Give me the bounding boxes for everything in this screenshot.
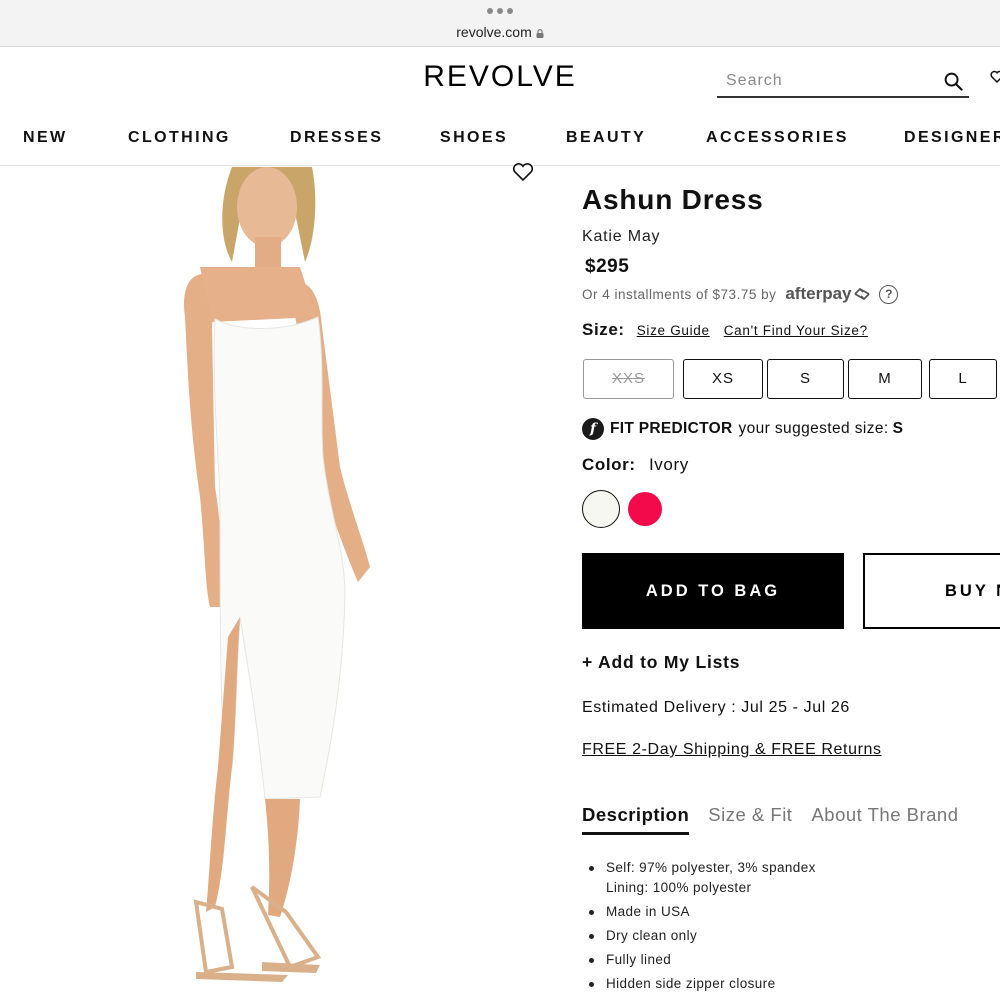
- model-illustration: [184, 167, 370, 982]
- description-line: Made in USA: [606, 903, 690, 919]
- suggested-size-value: S: [892, 420, 903, 437]
- installments-text: Or 4 installments of $73.75 by: [582, 286, 777, 302]
- favorite-heart-icon[interactable]: [512, 162, 534, 182]
- size-label: Size:: [582, 320, 625, 339]
- color-row: Color: Ivory: [582, 455, 689, 475]
- size-option-xxs[interactable]: XXS: [583, 359, 674, 399]
- afterpay-arrows-icon: [854, 288, 871, 300]
- nav-item-designer[interactable]: DESIGNER: [904, 129, 1000, 147]
- product-price: $295: [585, 256, 630, 277]
- size-option-s[interactable]: S: [767, 359, 844, 399]
- color-swatch-pink[interactable]: [628, 492, 662, 526]
- description-line: Fully lined: [606, 951, 672, 967]
- tab-size-fit[interactable]: Size & Fit: [708, 804, 792, 835]
- list-item: Fully lined: [588, 950, 816, 970]
- fit-predictor-label: FIT PREDICTOR: [610, 420, 733, 437]
- product-brand[interactable]: Katie May: [582, 228, 660, 246]
- product-image[interactable]: [0, 167, 560, 1000]
- installments-info: Or 4 installments of $73.75 by afterpay …: [582, 284, 899, 304]
- description-list: Self: 97% polyester, 3% spandex Lining: 1…: [588, 858, 816, 998]
- search-input[interactable]: [717, 66, 917, 96]
- description-line: Lining: 100% polyester: [606, 879, 752, 895]
- list-item: Self: 97% polyester, 3% spandex Lining: 1…: [588, 858, 816, 897]
- color-swatch-ivory[interactable]: [582, 490, 620, 528]
- product-title: Ashun Dress: [582, 184, 764, 215]
- size-row: Size: Size Guide Can't Find Your Size?: [582, 320, 882, 340]
- list-item: Made in USA: [588, 902, 816, 922]
- browser-url-bar[interactable]: revolve.com: [0, 0, 1000, 47]
- search-icon[interactable]: [944, 72, 963, 91]
- nav-item-shoes[interactable]: SHOES: [440, 129, 508, 147]
- search-bar[interactable]: [717, 66, 969, 98]
- nav-item-clothing[interactable]: CLOTHING: [128, 129, 231, 147]
- description-line: Hidden side zipper closure: [606, 975, 776, 991]
- url-label: revolve.com: [456, 24, 532, 40]
- description-line: Self: 97% polyester, 3% spandex: [606, 860, 816, 875]
- tab-about-brand[interactable]: About The Brand: [811, 804, 958, 835]
- color-label: Color:: [582, 455, 636, 474]
- url-text[interactable]: revolve.com: [0, 24, 1000, 40]
- add-to-bag-button[interactable]: ADD TO BAG: [582, 553, 844, 629]
- suggested-size-text: your suggested size:: [738, 420, 889, 437]
- lock-icon: [536, 29, 544, 38]
- size-option-m[interactable]: M: [848, 359, 922, 399]
- tab-handle[interactable]: [487, 8, 513, 16]
- help-icon[interactable]: ?: [879, 284, 899, 304]
- size-option-xs[interactable]: XS: [683, 359, 763, 399]
- add-to-lists-button[interactable]: + Add to My Lists: [582, 652, 740, 673]
- afterpay-logo[interactable]: afterpay: [785, 284, 851, 304]
- shipping-returns-link[interactable]: FREE 2-Day Shipping & FREE Returns: [582, 741, 882, 759]
- tab-description[interactable]: Description: [582, 804, 690, 835]
- size-option-l[interactable]: L: [929, 359, 997, 399]
- description-line: Dry clean only: [606, 927, 698, 943]
- estimated-delivery: Estimated Delivery : Jul 25 - Jul 26: [582, 699, 850, 716]
- fit-predictor-icon: f: [582, 418, 604, 440]
- fit-predictor[interactable]: f FIT PREDICTOR your suggested size: S: [582, 418, 903, 440]
- cant-find-size-link[interactable]: Can't Find Your Size?: [724, 323, 868, 338]
- nav-item-beauty[interactable]: BEAUTY: [566, 129, 646, 147]
- buy-now-button[interactable]: BUY N: [863, 553, 1000, 629]
- wishlist-heart-icon[interactable]: [990, 70, 1000, 84]
- nav-item-dresses[interactable]: DRESSES: [290, 129, 383, 147]
- list-item: Hidden side zipper closure: [588, 974, 816, 994]
- color-value: Ivory: [648, 455, 689, 474]
- list-item: Dry clean only: [588, 926, 816, 946]
- nav-item-accessories[interactable]: ACCESSORIES: [706, 129, 849, 147]
- product-tabs: Description Size & Fit About The Brand: [582, 804, 978, 835]
- nav-item-new[interactable]: NEW: [23, 129, 68, 147]
- main-nav: NEW CLOTHING DRESSES SHOES BEAUTY ACCESS…: [0, 116, 1000, 166]
- size-guide-link[interactable]: Size Guide: [637, 323, 710, 338]
